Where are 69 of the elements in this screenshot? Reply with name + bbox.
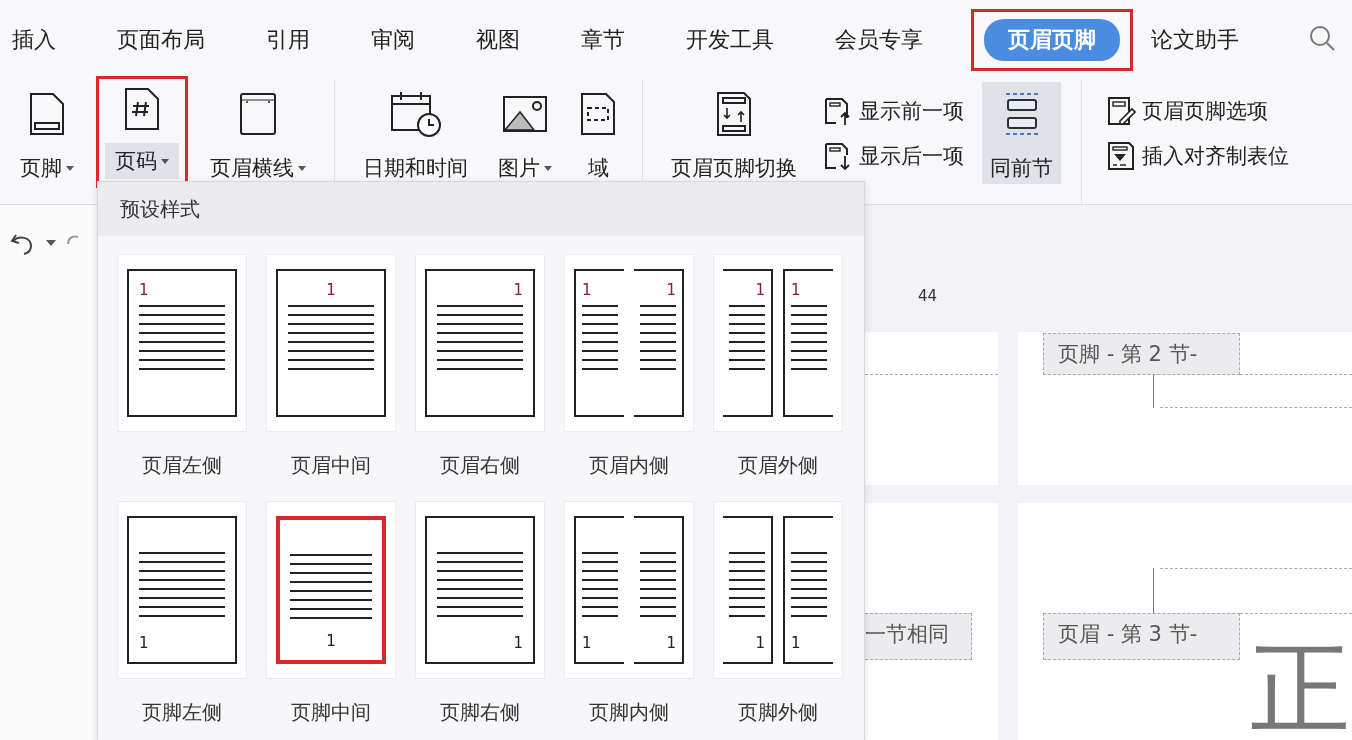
layout-option[interactable]: 1 bbox=[117, 254, 247, 432]
layout-option[interactable]: 1 bbox=[266, 254, 396, 432]
layout-option[interactable]: 1 bbox=[415, 501, 545, 679]
page-number: 1 bbox=[139, 634, 149, 652]
menu-tab[interactable]: 审阅 bbox=[371, 25, 415, 55]
layout-option[interactable]: 1 1 bbox=[564, 254, 694, 432]
caret-icon[interactable] bbox=[46, 240, 56, 246]
section-tag: 一节相同 bbox=[865, 613, 972, 660]
ribbon-button[interactable]: 页眉页脚切换 bbox=[663, 82, 805, 184]
body-text: 正 bbox=[1250, 639, 1350, 739]
section-heading: 预设样式 bbox=[98, 182, 864, 236]
page-number: 1 bbox=[755, 634, 765, 652]
page-number: 1 bbox=[582, 634, 592, 652]
menu-tab[interactable]: 开发工具 bbox=[686, 25, 774, 55]
footer-icon bbox=[27, 91, 67, 137]
option-label: 页脚中间 bbox=[291, 699, 371, 726]
ribbon-button[interactable]: 插入对齐制表位 bbox=[1102, 137, 1293, 174]
search-icon[interactable] bbox=[1308, 24, 1336, 52]
page-number: 1 bbox=[326, 281, 336, 299]
ribbon-button[interactable]: 显示后一项 bbox=[819, 137, 968, 174]
menu-tab[interactable]: 会员专享 bbox=[835, 25, 923, 55]
page-arrows-icon bbox=[714, 90, 754, 138]
menu-tab[interactable]: 页面布局 bbox=[117, 25, 205, 55]
option-label: 页脚右侧 bbox=[440, 699, 520, 726]
ribbon-button[interactable]: 页眉页脚选项 bbox=[1102, 92, 1293, 129]
option-label: 页脚左侧 bbox=[142, 699, 222, 726]
menu-tab[interactable]: 引用 bbox=[266, 25, 310, 55]
ruler-number: 44 bbox=[918, 287, 938, 305]
option-label: 页眉左侧 bbox=[142, 452, 222, 479]
option-label: 页眉外侧 bbox=[738, 452, 818, 479]
page-number: 1 bbox=[666, 281, 676, 299]
layout-option[interactable]: 1 1 bbox=[713, 254, 843, 432]
page-number: 1 bbox=[582, 281, 592, 299]
ribbon-button[interactable]: 同前节 bbox=[982, 82, 1061, 184]
option-label: 页脚内侧 bbox=[589, 699, 669, 726]
layout-option[interactable]: 1 bbox=[266, 501, 396, 679]
page-icon bbox=[238, 91, 278, 137]
option-label: 页眉中间 bbox=[291, 452, 371, 479]
section-tag: 页眉 - 第 3 节- bbox=[1043, 613, 1240, 660]
option-label: 页眉右侧 bbox=[440, 452, 520, 479]
page-pencil-icon bbox=[1106, 94, 1136, 127]
ribbon-button[interactable]: 页脚 bbox=[12, 82, 82, 184]
layout-option[interactable]: 1 bbox=[415, 254, 545, 432]
section-tag: 页脚 - 第 2 节- bbox=[1043, 333, 1240, 375]
page-number: 1 bbox=[139, 281, 149, 299]
menu-tab[interactable]: 视图 bbox=[476, 25, 520, 55]
page-funnel-icon bbox=[1106, 139, 1136, 172]
layout-option[interactable]: 1 1 bbox=[564, 501, 694, 679]
option-label: 页脚外侧 bbox=[738, 699, 818, 726]
calendar-clock-icon bbox=[388, 89, 443, 139]
page-number: 1 bbox=[755, 281, 765, 299]
menu-tab[interactable]: 章节 bbox=[581, 25, 625, 55]
option-label: 页眉内侧 bbox=[589, 452, 669, 479]
ribbon-button[interactable]: 域 bbox=[574, 82, 622, 184]
menu-tab[interactable]: 插入 bbox=[12, 25, 56, 55]
ribbon-button[interactable]: 日期和时间 bbox=[355, 82, 476, 184]
layout-option[interactable]: 1 1 bbox=[713, 501, 843, 679]
layout-option[interactable]: 1 bbox=[117, 501, 247, 679]
page-number: 1 bbox=[791, 634, 801, 652]
page-number: 1 bbox=[513, 634, 523, 652]
dashed-box-icon bbox=[578, 91, 618, 137]
menu-tab[interactable]: 论文助手 bbox=[1151, 25, 1239, 55]
page-number-icon bbox=[122, 86, 162, 132]
page-number: 1 bbox=[513, 281, 523, 299]
page-number: 1 bbox=[666, 634, 676, 652]
page-number: 1 bbox=[326, 632, 336, 650]
ribbon-button[interactable]: 显示前一项 bbox=[819, 92, 968, 129]
picture-icon bbox=[502, 94, 548, 134]
page-number: 1 bbox=[791, 281, 801, 299]
